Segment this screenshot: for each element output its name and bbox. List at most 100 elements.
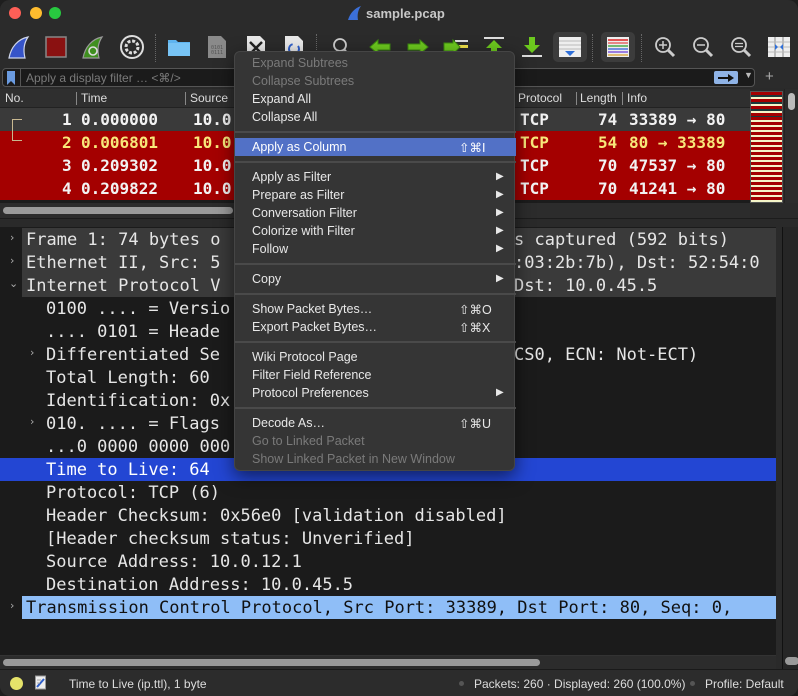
- scrollbar-thumb[interactable]: [788, 93, 795, 110]
- expand-arrow-icon[interactable]: ›: [10, 599, 14, 612]
- tree-item-text: Ethernet II, Src: 5: [26, 253, 221, 273]
- zoom-out-icon: [693, 37, 714, 58]
- menu-item-show-linked-packet-new-window[interactable]: Show Linked Packet in New Window: [235, 450, 516, 468]
- menu-item-prepare-as-filter[interactable]: Prepare as Filter ▶: [235, 186, 516, 204]
- menu-item-filter-field-reference[interactable]: Filter Field Reference: [235, 366, 516, 384]
- restart-capture-button[interactable]: [78, 32, 108, 62]
- column-header-time[interactable]: Time: [81, 91, 107, 105]
- menu-item-label: Decode As…: [252, 416, 325, 430]
- menu-item-label: Show Linked Packet in New Window: [252, 452, 455, 466]
- menu-item-apply-as-column[interactable]: Apply as Column ⇧⌘I: [235, 138, 516, 156]
- capture-options-button[interactable]: [117, 32, 147, 62]
- tree-item[interactable]: Source Address: 10.0.12.1: [0, 550, 776, 573]
- start-capture-button[interactable]: [4, 32, 34, 62]
- column-divider[interactable]: [185, 92, 186, 105]
- zoom-in-button[interactable]: [650, 32, 680, 62]
- menu-item-copy[interactable]: Copy ▶: [235, 270, 516, 288]
- zoom-normal-button[interactable]: [726, 32, 756, 62]
- menu-item-collapse-subtrees[interactable]: Collapse Subtrees: [235, 72, 516, 90]
- tree-item[interactable]: [Header checksum status: Unverified]: [0, 527, 776, 550]
- column-divider[interactable]: [576, 92, 577, 105]
- save-file-button[interactable]: 0101 0111: [202, 32, 232, 62]
- collapse-arrow-icon[interactable]: ⌄: [9, 277, 18, 290]
- profile-status[interactable]: Profile: Default: [705, 677, 784, 691]
- tree-item-text: Time to Live: 64: [46, 460, 210, 480]
- menu-item-expand-all[interactable]: Expand All: [235, 90, 516, 108]
- packet-length: 70: [598, 156, 618, 175]
- menu-item-show-packet-bytes[interactable]: Show Packet Bytes… ⇧⌘O: [235, 300, 516, 318]
- menu-item-follow[interactable]: Follow ▶: [235, 240, 516, 258]
- menu-item-expand-subtrees[interactable]: Expand Subtrees: [235, 54, 516, 72]
- wireshark-fin-icon: [348, 6, 361, 20]
- filter-history-dropdown[interactable]: ▼: [744, 70, 753, 80]
- scrollbar-thumb[interactable]: [3, 659, 540, 666]
- menu-item-label: Collapse All: [252, 110, 318, 124]
- menu-item-decode-as[interactable]: Decode As… ⇧⌘U: [235, 414, 516, 432]
- menu-item-colorize-with-filter[interactable]: Colorize with Filter ▶: [235, 222, 516, 240]
- column-header-protocol[interactable]: Protocol: [518, 91, 562, 105]
- packet-time: 0.209822: [81, 179, 159, 198]
- expand-arrow-icon[interactable]: ›: [30, 346, 34, 359]
- column-divider[interactable]: [76, 92, 77, 105]
- resize-columns-button[interactable]: [764, 32, 794, 62]
- go-last-button[interactable]: [517, 32, 547, 62]
- apply-filter-button[interactable]: [714, 71, 738, 84]
- packet-minimap[interactable]: [750, 91, 783, 203]
- column-header-source[interactable]: Source: [190, 91, 235, 105]
- zoom-out-button[interactable]: [688, 32, 718, 62]
- capture-comment-icon[interactable]: [35, 675, 47, 690]
- expand-arrow-icon[interactable]: ›: [10, 231, 14, 244]
- tree-item-text: Frame 1: 74 bytes o: [26, 230, 221, 250]
- packet-list-vertical-scrollbar[interactable]: [784, 89, 798, 203]
- auto-scroll-button[interactable]: [553, 32, 587, 62]
- wireshark-window: sample.pcap 0101 0111 Apply a display fi…: [0, 0, 798, 696]
- maximize-window-button[interactable]: [49, 7, 61, 19]
- menu-item-conversation-filter[interactable]: Conversation Filter ▶: [235, 204, 516, 222]
- tree-item-text-continued: :03:2b:7b), Dst: 52:54:0: [514, 253, 760, 273]
- menu-item-label: Show Packet Bytes…: [252, 302, 373, 316]
- menu-item-label: Wiki Protocol Page: [252, 350, 358, 364]
- packet-no: 2: [62, 133, 72, 152]
- tree-item[interactable]: Destination Address: 10.0.45.5: [0, 573, 776, 596]
- tree-item[interactable]: Protocol: TCP (6): [0, 481, 776, 504]
- menu-item-wiki-protocol-page[interactable]: Wiki Protocol Page: [235, 348, 516, 366]
- tree-item-text: .... 0101 = Heade: [46, 322, 220, 342]
- auto-scroll-icon: [559, 37, 581, 57]
- packet-length: 74: [598, 110, 618, 129]
- selected-field-info: Time to Live (ip.ttl), 1 byte: [69, 677, 207, 691]
- tree-item-text: [Header checksum status: Unverified]: [46, 529, 415, 549]
- scrollbar-thumb[interactable]: [785, 657, 798, 665]
- colorize-button[interactable]: [601, 32, 635, 62]
- column-header-info[interactable]: Info: [627, 91, 647, 105]
- stop-capture-button[interactable]: [41, 32, 71, 62]
- menu-item-export-packet-bytes[interactable]: Export Packet Bytes… ⇧⌘X: [235, 318, 516, 336]
- stop-square-icon: [45, 36, 67, 58]
- details-horizontal-scrollbar[interactable]: [0, 655, 776, 669]
- column-header-length[interactable]: Length: [580, 91, 620, 105]
- packet-info: 33389 → 80: [629, 110, 726, 129]
- menu-item-collapse-all[interactable]: Collapse All: [235, 108, 516, 126]
- menu-separator: [235, 161, 516, 163]
- menu-item-protocol-preferences[interactable]: Protocol Preferences ▶: [235, 384, 516, 402]
- menu-item-go-to-linked-packet[interactable]: Go to Linked Packet: [235, 432, 516, 450]
- tree-item-text-continued: s captured (592 bits): [514, 230, 729, 250]
- open-file-button[interactable]: [164, 32, 194, 62]
- add-filter-button[interactable]: +: [765, 68, 774, 85]
- menu-separator: [235, 131, 516, 133]
- column-divider[interactable]: [622, 92, 623, 105]
- minimize-window-button[interactable]: [30, 7, 42, 19]
- menu-item-shortcut: ⇧⌘I: [459, 141, 486, 155]
- tree-item-text: Protocol: TCP (6): [46, 483, 220, 503]
- menu-separator: [235, 341, 516, 343]
- bookmark-icon[interactable]: [6, 71, 16, 85]
- expert-info-led-icon[interactable]: [10, 677, 23, 690]
- tree-item-tcp[interactable]: › Transmission Control Protocol, Src Por…: [0, 596, 776, 619]
- expand-arrow-icon[interactable]: ›: [30, 415, 34, 428]
- expand-arrow-icon[interactable]: ›: [10, 254, 14, 267]
- window-title-text: sample.pcap: [366, 5, 445, 21]
- menu-item-apply-as-filter[interactable]: Apply as Filter ▶: [235, 168, 516, 186]
- tree-item[interactable]: Header Checksum: 0x56e0 [validation disa…: [0, 504, 776, 527]
- column-header-no[interactable]: No.: [5, 91, 24, 105]
- close-window-button[interactable]: [9, 7, 21, 19]
- scrollbar-thumb[interactable]: [3, 207, 233, 214]
